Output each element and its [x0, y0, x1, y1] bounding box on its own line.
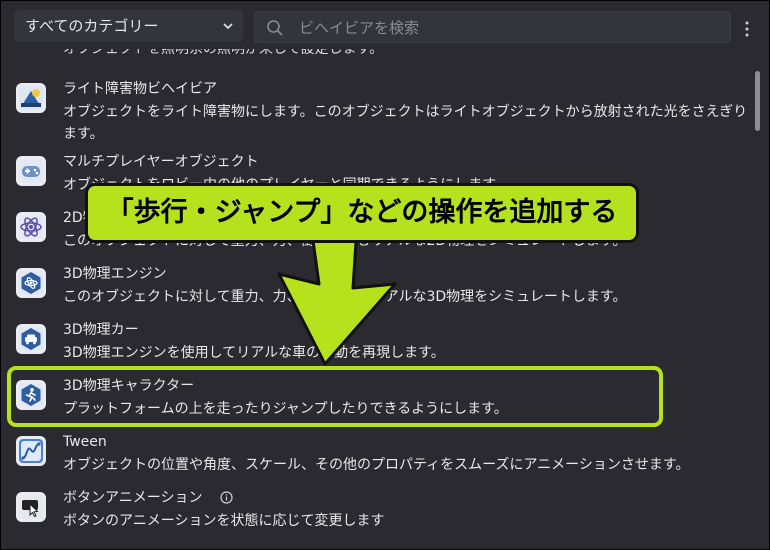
- highlight-frame: [7, 366, 663, 427]
- chevron-down-icon: [223, 23, 233, 30]
- list-item[interactable]: ライト障害物ビヘイビア オブジェクトをライト障害物にします。このオブジェクトはラ…: [1, 79, 753, 142]
- behavior-title: Tween: [63, 434, 107, 450]
- category-dropdown[interactable]: すべてのカテゴリー: [14, 10, 243, 42]
- behavior-title: 3D物理カー: [63, 322, 139, 338]
- tween-curve-icon: [16, 436, 46, 466]
- more-vertical-icon[interactable]: [741, 20, 753, 38]
- button-animation-icon: [16, 492, 46, 522]
- callout-banner: 「歩行・ジャンプ」などの操作を追加する: [85, 183, 639, 243]
- scrollbar-thumb[interactable]: [755, 71, 760, 131]
- top-bar: すべてのカテゴリー: [1, 1, 769, 49]
- list-item[interactable]: Tween オブジェクトの位置や角度、スケール、その他のプロパティをスムーズにア…: [1, 432, 753, 488]
- physics-2d-atom-icon: [16, 212, 46, 242]
- down-arrow-icon: [277, 226, 397, 366]
- behavior-title: ライト障害物ビヘイビア: [63, 81, 217, 97]
- physics-3d-engine-icon: [16, 268, 46, 298]
- list-item[interactable]: オブジェクトを照明系の照明が来して設定します。: [1, 49, 753, 59]
- behavior-title: 3D物理エンジン: [63, 266, 167, 282]
- search-box[interactable]: [254, 11, 731, 44]
- behavior-description: 3D物理エンジンを使用してリアルな車の挙動を再現します。: [63, 345, 445, 361]
- behavior-picker-screen: すべてのカテゴリー オブジェクトを照明系の照明が来して設定します。: [0, 0, 770, 550]
- category-dropdown-label: すべてのカテゴリー: [25, 17, 159, 35]
- multiplayer-gamepad-icon: [16, 156, 46, 186]
- info-icon[interactable]: [220, 491, 233, 504]
- behavior-description: オブジェクトを照明系の照明が来して設定します。: [63, 49, 384, 57]
- callout-text: 「歩行・ジャンプ」などの操作を追加する: [106, 197, 618, 228]
- list-item[interactable]: ボタンアニメーション ボタンのアニメーションを状態に応じて変更します: [1, 488, 753, 544]
- behavior-description: ボタンのアニメーションを状態に応じて変更します: [63, 513, 385, 529]
- behavior-description: オブジェクトの位置や角度、スケール、その他のプロパティをスムーズにアニメーション…: [63, 457, 690, 473]
- light-obstacle-icon: [16, 83, 46, 113]
- physics-car-icon: [16, 324, 46, 354]
- behavior-title: マルチプレイヤーオブジェクト: [63, 154, 259, 170]
- behavior-description: このオブジェクトに対して重力、力、衝突を含むリアルな3D物理をシミュレートします…: [63, 286, 753, 308]
- search-icon: [267, 20, 283, 36]
- behavior-description: オブジェクトをライト障害物にします。このオブジェクトはライトオブジェクトから放射…: [63, 104, 748, 142]
- behavior-title: ボタンアニメーション: [63, 490, 203, 506]
- search-input[interactable]: [297, 12, 721, 44]
